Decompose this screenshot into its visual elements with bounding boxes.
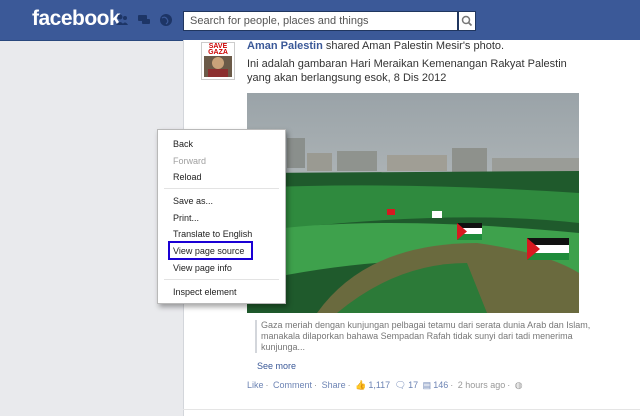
menu-item-reload[interactable]: Reload (173, 170, 202, 184)
divider (183, 409, 640, 410)
menu-item-view-page-info[interactable]: View page info (173, 261, 232, 275)
share-link[interactable]: Share (322, 380, 346, 390)
comment-bubble-icon: 🗨 (394, 380, 407, 390)
story-actions: Like · Comment · Share · 👍 1,117 🗨 17 ▤ 146 · 2… (247, 380, 523, 390)
search-icon (461, 15, 473, 27)
menu-item-forward[interactable]: Forward (173, 154, 206, 168)
search-button[interactable] (458, 11, 476, 31)
friend-requests-icon[interactable] (115, 13, 129, 27)
comment-link[interactable]: Comment (273, 380, 312, 390)
context-menu: Back Forward Reload Save as... Print... … (157, 129, 286, 304)
avatar-text: SAVE GAZA (208, 43, 228, 56)
search-input[interactable]: Search for people, places and things (183, 11, 458, 31)
rally-photo-image (247, 93, 579, 313)
comments-count[interactable]: 17 (408, 380, 418, 390)
menu-item-back[interactable]: Back (173, 137, 193, 151)
menu-separator (164, 279, 279, 280)
author-link[interactable]: Aman Palestin (247, 40, 323, 52)
shared-photo[interactable] (247, 93, 579, 313)
timestamp[interactable]: 2 hours ago (458, 380, 506, 390)
likes-count[interactable]: 1,117 (368, 380, 390, 390)
shares-count[interactable]: 146 (433, 380, 448, 390)
shared-photo-text: shared Aman Palestin Mesir's photo. (322, 40, 505, 52)
thumbs-up-icon: 👍 (355, 380, 367, 390)
post-text: Ini adalah gambaran Hari Meraikan Kemena… (247, 58, 567, 84)
menu-separator (164, 188, 279, 189)
avatar[interactable]: SAVE GAZA (201, 42, 235, 80)
like-link[interactable]: Like (247, 380, 264, 390)
photo-caption: Gaza meriah dengan kunjungan pelbagai te… (255, 320, 591, 353)
public-globe-icon: ◍ (514, 380, 523, 390)
story-header: Aman Palestin shared Aman Palestin Mesir… (247, 40, 504, 52)
top-bar: facebook Search for people, places and t… (0, 0, 640, 41)
menu-item-inspect-element[interactable]: Inspect element (173, 285, 237, 299)
messages-icon[interactable] (137, 13, 151, 27)
menu-item-translate[interactable]: Translate to English (173, 227, 252, 241)
facebook-logo[interactable]: facebook (32, 7, 121, 31)
notifications-globe-icon[interactable] (159, 13, 173, 27)
menu-item-save-as[interactable]: Save as... (173, 194, 213, 208)
menu-item-print[interactable]: Print... (173, 211, 199, 225)
view-page-source-highlight (168, 241, 253, 260)
share-icon: ▤ (422, 380, 432, 390)
see-more-link[interactable]: See more (257, 361, 296, 371)
